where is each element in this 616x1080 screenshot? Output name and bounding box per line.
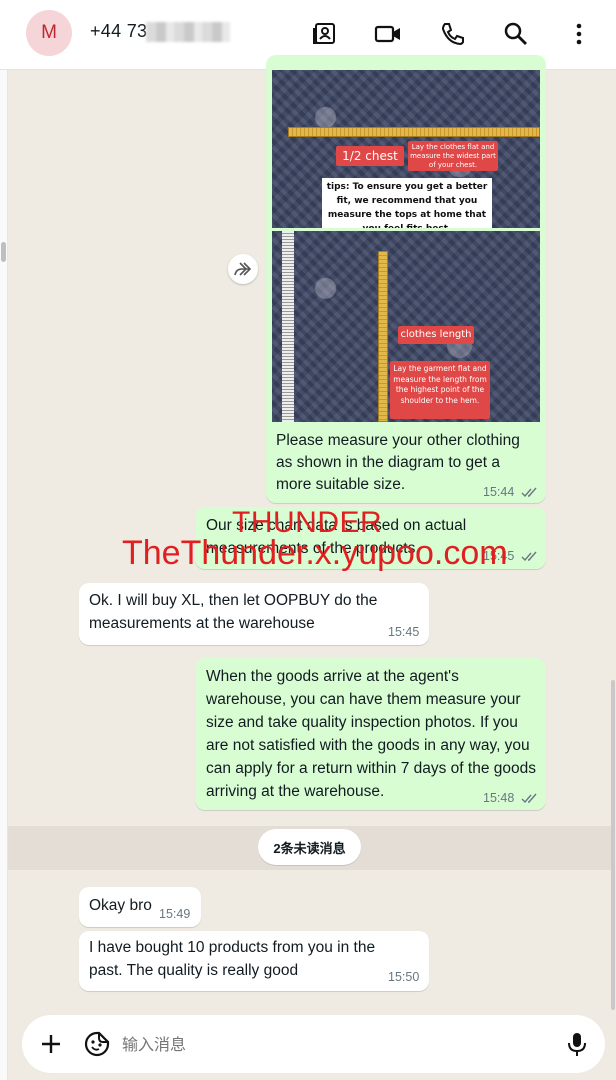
message-time: 15:48 [483,791,515,805]
avatar[interactable]: M [26,10,72,56]
search-icon[interactable] [502,20,530,48]
message-time: 15:44 [483,485,515,499]
more-vert-icon[interactable] [565,20,593,48]
avatar-letter: M [41,22,57,43]
size-chart-image-chest[interactable]: 1/2 chest Lay the clothes flat and measu… [272,70,540,228]
message-input[interactable] [122,1026,542,1062]
forward-button[interactable] [228,254,258,284]
redacted-number [146,22,230,42]
contacts-icon[interactable] [310,20,338,48]
ruler [282,231,294,422]
watermark-url: TheThunder.x.yupoo.com [122,534,508,572]
attach-plus-icon[interactable] [40,1033,62,1055]
measuring-tape [378,251,388,422]
microphone-icon[interactable] [566,1031,588,1057]
length-label: clothes length [398,326,474,344]
read-ticks-icon [521,551,537,562]
read-ticks-icon [521,793,537,804]
message-time: 15:45 [388,625,420,639]
chest-note: Lay the clothes flat and measure the wid… [408,141,498,171]
message-text: Ok. I will buy XL, then let OOPBUY do th… [89,592,378,632]
unread-count-pill: 2条未读消息 [258,829,361,865]
sticker-icon[interactable] [84,1031,110,1057]
scrollbar[interactable] [611,680,615,1010]
video-call-icon[interactable] [374,20,402,48]
side-handle[interactable] [1,242,6,262]
message-time: 15:50 [388,970,420,984]
message-text: When the goods arrive at the agent's war… [206,668,537,800]
message-text: Okay bro [89,897,152,914]
forward-icon [234,262,252,276]
contact-name[interactable]: +44 73 [90,21,147,42]
length-note: Lay the garment flat and measure the len… [390,361,490,419]
chest-label: 1/2 chest [336,146,404,166]
fit-tip: tips: To ensure you get a better fit, we… [322,178,492,228]
message-time: 15:49 [159,907,191,921]
phone-icon[interactable] [438,20,466,48]
message-text: I have bought 10 products from you in th… [89,939,376,979]
measuring-tape [288,127,540,137]
side-edge [0,70,8,1080]
size-chart-image-length[interactable]: clothes length Lay the garment flat and … [272,231,540,422]
read-ticks-icon [521,487,537,498]
